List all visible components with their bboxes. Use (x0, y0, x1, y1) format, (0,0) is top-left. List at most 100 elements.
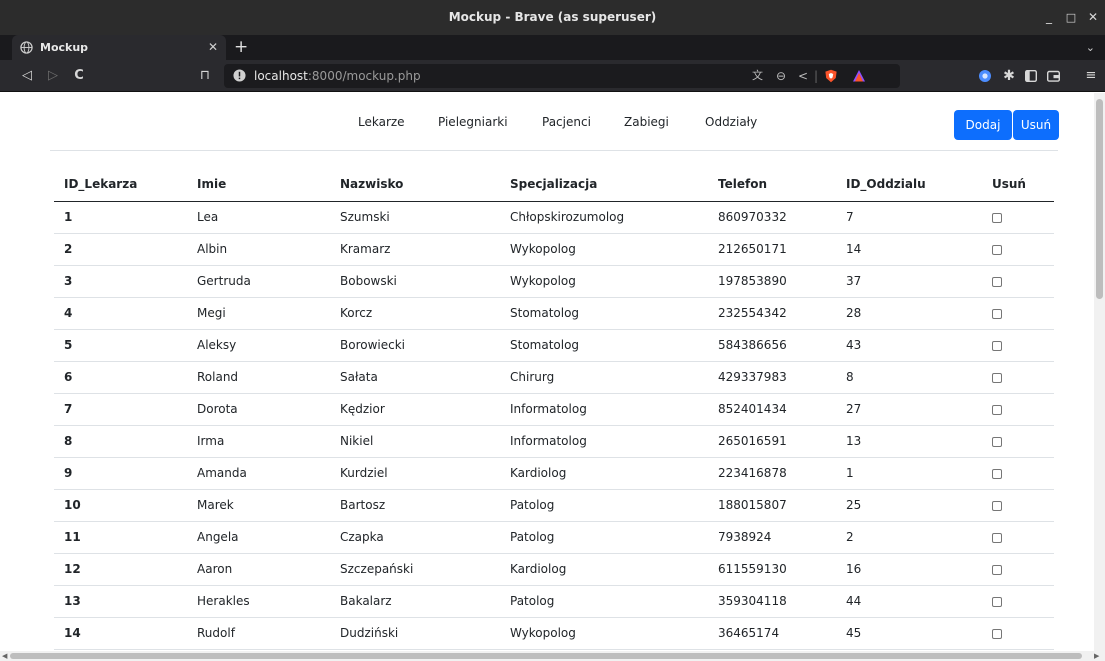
doctors-table: ID_Lekarza Imie Nazwisko Specjalizacja T… (54, 167, 1054, 650)
delete-checkbox[interactable] (992, 500, 1002, 511)
table-row: 7 Dorota Kędzior Informatolog 852401434 27 (54, 393, 1054, 426)
back-icon[interactable]: ◁ (18, 60, 36, 92)
cell-imie: Dorota (187, 393, 330, 426)
cell-imie: Rudolf (187, 617, 330, 650)
cell-imie: Aaron (187, 553, 330, 586)
share-icon[interactable]: < (798, 64, 808, 88)
cell-id-oddzialu: 27 (836, 393, 982, 426)
close-tab-icon[interactable]: ✕ (208, 35, 218, 60)
wallet-icon[interactable] (978, 69, 992, 83)
brave-shields-icon[interactable] (824, 69, 838, 83)
scroll-right-icon[interactable]: ▶ (1094, 652, 1099, 660)
forward-icon[interactable]: ▷ (44, 60, 62, 92)
cell-imie: Megi (187, 297, 330, 330)
brave-rewards-icon[interactable] (852, 69, 866, 83)
nav-link-pielegniarki[interactable]: Pielegniarki (438, 115, 508, 129)
cell-id-lekarza: 4 (54, 297, 187, 330)
wallet-panel-icon[interactable] (1047, 70, 1060, 82)
cell-nazwisko: Bartosz (330, 489, 500, 522)
bookmark-icon[interactable]: ⊓ (196, 60, 214, 92)
cell-id-lekarza: 7 (54, 393, 187, 426)
delete-checkbox[interactable] (992, 308, 1002, 319)
cell-usun (982, 393, 1054, 426)
cell-nazwisko: Sałata (330, 361, 500, 394)
url-divider: | (814, 69, 819, 83)
cell-specjalizacja: Kardiolog (500, 457, 708, 490)
cell-telefon: 611559130 (708, 553, 836, 586)
cell-id-oddzialu: 25 (836, 489, 982, 522)
nav-link-zabiegi[interactable]: Zabiegi (624, 115, 669, 129)
site-info-icon[interactable] (233, 69, 246, 82)
cell-id-lekarza: 3 (54, 265, 187, 298)
reload-icon[interactable]: C (70, 60, 88, 92)
zoom-icon[interactable]: ⊖ (776, 64, 786, 88)
cell-telefon: 197853890 (708, 265, 836, 298)
table-row: 10 Marek Bartosz Patolog 188015807 25 (54, 489, 1054, 522)
cell-telefon: 429337983 (708, 361, 836, 394)
cell-specjalizacja: Wykopolog (500, 265, 708, 298)
delete-checkbox[interactable] (992, 564, 1002, 575)
cell-telefon: 584386656 (708, 329, 836, 362)
table-row: 4 Megi Korcz Stomatolog 232554342 28 (54, 297, 1054, 330)
maximize-icon[interactable]: □ (1060, 0, 1082, 35)
horizontal-scrollbar-thumb[interactable] (10, 653, 1082, 659)
nav-link-lekarze[interactable]: Lekarze (358, 115, 405, 129)
tab-list-chevron-icon[interactable]: ⌄ (1086, 35, 1095, 60)
delete-checkbox[interactable] (992, 532, 1002, 543)
cell-specjalizacja: Stomatolog (500, 297, 708, 330)
cell-imie: Angela (187, 521, 330, 554)
delete-checkbox[interactable] (992, 372, 1002, 383)
delete-checkbox[interactable] (992, 468, 1002, 479)
add-button[interactable]: Dodaj (954, 110, 1012, 140)
cell-id-lekarza: 14 (54, 617, 187, 650)
cell-usun (982, 233, 1054, 266)
scroll-left-icon[interactable]: ◀ (2, 652, 7, 660)
nav-link-oddzialy[interactable]: Oddziały (705, 115, 757, 129)
cell-id-oddzialu: 14 (836, 233, 982, 266)
cell-nazwisko: Korcz (330, 297, 500, 330)
delete-checkbox[interactable] (992, 404, 1002, 415)
table-row: 3 Gertruda Bobowski Wykopolog 197853890 37 (54, 265, 1054, 298)
delete-checkbox[interactable] (992, 628, 1002, 639)
nav-link-pacjenci[interactable]: Pacjenci (542, 115, 591, 129)
delete-checkbox[interactable] (992, 436, 1002, 447)
cell-id-lekarza: 1 (54, 201, 187, 234)
cell-imie: Irma (187, 425, 330, 458)
horizontal-scrollbar[interactable]: ◀ ▶ (0, 651, 1105, 661)
translate-icon[interactable]: 文 (752, 64, 763, 88)
cell-usun (982, 201, 1054, 234)
column-header-imie: Imie (187, 167, 330, 202)
minimize-icon[interactable]: _ (1038, 0, 1060, 35)
vertical-scrollbar-thumb[interactable] (1096, 99, 1103, 299)
nav-divider (50, 150, 1058, 151)
cell-specjalizacja: Wykopolog (500, 617, 708, 650)
cell-nazwisko: Szczepański (330, 553, 500, 586)
cell-specjalizacja: Stomatolog (500, 329, 708, 362)
delete-checkbox[interactable] (992, 340, 1002, 351)
remove-button[interactable]: Usuń (1013, 110, 1059, 140)
cell-usun (982, 265, 1054, 298)
address-bar[interactable]: localhost:8000/mockup.php 文 ⊖ < | (224, 64, 900, 88)
cell-id-lekarza: 10 (54, 489, 187, 522)
delete-checkbox[interactable] (992, 244, 1002, 255)
cell-id-lekarza: 2 (54, 233, 187, 266)
delete-checkbox[interactable] (992, 276, 1002, 287)
cell-nazwisko: Borowiecki (330, 329, 500, 362)
delete-checkbox[interactable] (992, 212, 1002, 223)
cell-id-oddzialu: 1 (836, 457, 982, 490)
cell-id-oddzialu: 2 (836, 521, 982, 554)
cell-nazwisko: Czapka (330, 521, 500, 554)
tab-mockup[interactable]: Mockup ✕ (12, 35, 226, 60)
cell-id-oddzialu: 7 (836, 201, 982, 234)
close-window-icon[interactable]: ✕ (1082, 0, 1104, 35)
cell-telefon: 232554342 (708, 297, 836, 330)
new-tab-icon[interactable]: + (234, 35, 248, 60)
vertical-scrollbar[interactable] (1094, 93, 1105, 651)
cell-id-oddzialu: 16 (836, 553, 982, 586)
sidebar-icon[interactable] (1025, 70, 1037, 82)
extensions-icon[interactable]: ✱ (1000, 60, 1018, 92)
menu-icon[interactable]: ≡ (1082, 60, 1100, 92)
cell-telefon: 7938924 (708, 521, 836, 554)
url-path: :8000/mockup.php (307, 69, 421, 83)
delete-checkbox[interactable] (992, 596, 1002, 607)
